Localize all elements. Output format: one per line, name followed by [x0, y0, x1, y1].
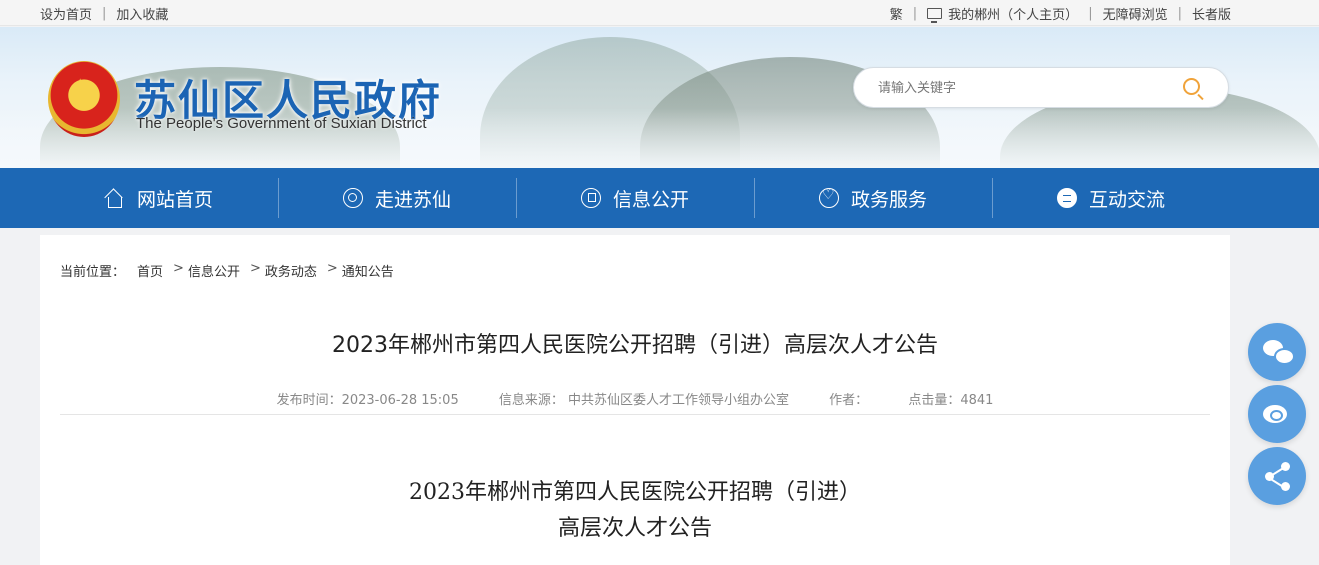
topbar-left: 设为首页 | 加入收藏	[40, 4, 168, 23]
nav-item-home[interactable]: 网站首页	[40, 168, 278, 228]
home-icon	[105, 188, 125, 208]
breadcrumb-info-disclosure[interactable]: 信息公开	[188, 261, 240, 280]
breadcrumb-separator: >	[249, 261, 261, 276]
breadcrumb-prefix: 当前位置：	[60, 265, 126, 280]
share-icon[interactable]	[1248, 447, 1306, 505]
add-favorite-link[interactable]: 加入收藏	[116, 4, 168, 23]
divider: |	[1177, 6, 1182, 21]
divider: |	[912, 6, 918, 21]
nav-item-label: 信息公开	[612, 188, 689, 211]
monitor-icon	[927, 8, 943, 23]
search-box	[853, 67, 1229, 108]
breadcrumb-separator: >	[326, 261, 338, 276]
article-meta: 发布时间：2023-06-28 15:05 信息来源： 中共苏仙区委人才工作领导…	[40, 389, 1230, 408]
view-count: 点击量：4841	[908, 393, 994, 408]
top-utility-bar: 设为首页 | 加入收藏 繁 | 我的郴州（个人主页） | 无障碍浏览 | 长者版	[0, 0, 1319, 26]
topbar-right: 繁 | 我的郴州（个人主页） | 无障碍浏览 | 长者版	[890, 4, 1231, 23]
body-title-line: 2023年郴州市第四人民医院公开招聘（引进）	[409, 480, 861, 505]
elder-version-link[interactable]: 长者版	[1192, 4, 1231, 23]
target-icon	[342, 188, 363, 208]
article-body-title: 2023年郴州市第四人民医院公开招聘（引进） 高层次人才公告	[40, 475, 1230, 547]
flag-icon	[580, 188, 601, 208]
my-chenzhou-link[interactable]: 我的郴州（个人主页）	[948, 4, 1078, 23]
national-emblem-logo	[48, 61, 120, 137]
traditional-chinese-link[interactable]: 繁	[890, 4, 903, 23]
nav-item-label: 互动交流	[1088, 188, 1165, 211]
breadcrumb-home[interactable]: 首页	[137, 261, 163, 280]
nav-item-gov-services[interactable]: 政务服务	[754, 168, 992, 228]
article-title: 2023年郴州市第四人民医院公开招聘（引进）高层次人才公告	[332, 333, 938, 358]
header-banner: 苏仙区人民政府 The People's Government of Suxia…	[0, 27, 1319, 168]
nav-item-label: 走进苏仙	[374, 188, 451, 211]
author: 作者：	[829, 393, 869, 408]
breadcrumb-notices[interactable]: 通知公告	[342, 261, 394, 280]
nav-item-label: 网站首页	[136, 188, 213, 211]
info-source: 信息来源： 中共苏仙区委人才工作领导小组办公室	[498, 393, 790, 408]
nav-item-label: 政务服务	[850, 188, 927, 211]
breadcrumb-gov-news[interactable]: 政务动态	[265, 261, 317, 280]
body-title-line: 高层次人才公告	[557, 516, 712, 541]
breadcrumb-separator: >	[173, 261, 184, 276]
chat-icon	[1056, 188, 1077, 208]
weibo-icon[interactable]	[1248, 385, 1306, 443]
search-input[interactable]	[878, 78, 1168, 98]
nav-item-info-disclosure[interactable]: 信息公开	[516, 168, 754, 228]
main-nav: 网站首页 走进苏仙 信息公开 政务服务 互动交流	[0, 168, 1319, 228]
accessibility-link[interactable]: 无障碍浏览	[1103, 4, 1168, 23]
divider: |	[102, 6, 107, 21]
nav-item-about[interactable]: 走进苏仙	[278, 168, 516, 228]
wechat-icon[interactable]	[1248, 323, 1306, 381]
site-subtitle: The People's Government of Suxian Distri…	[136, 115, 427, 132]
search-icon[interactable]	[1183, 78, 1200, 95]
meta-divider	[60, 414, 1210, 415]
nav-item-interaction[interactable]: 互动交流	[992, 168, 1230, 228]
divider: |	[1088, 6, 1093, 21]
article-panel: 当前位置： 首页 > 信息公开 > 政务动态 > 通知公告 2023年郴州市第四…	[40, 235, 1230, 565]
breadcrumb: 当前位置： 首页 > 信息公开 > 政务动态 > 通知公告	[60, 261, 404, 280]
set-homepage-link[interactable]: 设为首页	[40, 4, 92, 23]
publish-time: 发布时间：2023-06-28 15:05	[276, 393, 459, 408]
heart-icon	[818, 187, 839, 208]
